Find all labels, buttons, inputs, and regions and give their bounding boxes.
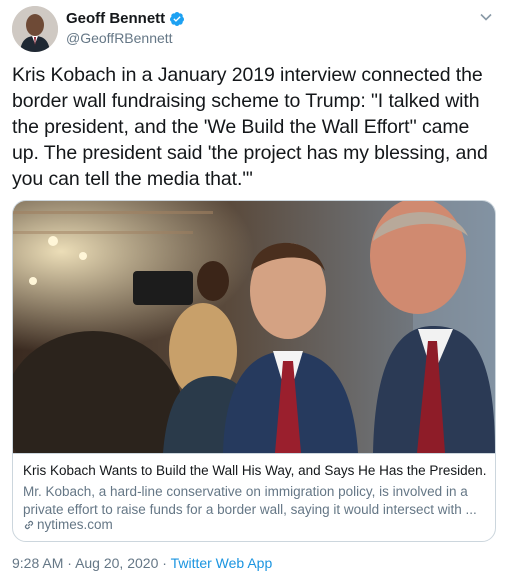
link-card-image[interactable]	[13, 201, 495, 453]
verified-badge-icon	[169, 11, 185, 27]
tweet-date[interactable]: Aug 20, 2020	[75, 555, 158, 571]
author-name-row[interactable]: Geoff Bennett	[66, 10, 185, 27]
tweet-text: Kris Kobach in a January 2019 interview …	[12, 64, 488, 190]
link-card-title[interactable]: Kris Kobach Wants to Build the Wall His …	[23, 463, 487, 478]
author-handle[interactable]: @GeoffRBennett	[66, 30, 173, 46]
card-divider	[13, 453, 495, 454]
author-display-name[interactable]: Geoff Bennett	[66, 10, 165, 27]
avatar[interactable]	[12, 6, 58, 52]
link-card-domain-row[interactable]: nytimes.com	[23, 517, 113, 532]
tweet-source-link[interactable]: Twitter Web App	[171, 555, 273, 571]
link-card-domain: nytimes.com	[37, 517, 113, 532]
link-card-description[interactable]: Mr. Kobach, a hard-line conservative on …	[23, 483, 491, 519]
meta-separator: ·	[67, 555, 72, 571]
link-icon	[23, 519, 35, 531]
chevron-down-icon[interactable]	[479, 10, 493, 24]
meta-separator: ·	[162, 555, 167, 571]
tweet-meta: 9:28 AM · Aug 20, 2020 · Twitter Web App	[12, 555, 272, 571]
tweet-time[interactable]: 9:28 AM	[12, 555, 63, 571]
link-card[interactable]: Kris Kobach Wants to Build the Wall His …	[12, 200, 496, 542]
tweet: Geoff Bennett @GeoffRBennett Kris Kobach…	[0, 0, 507, 581]
